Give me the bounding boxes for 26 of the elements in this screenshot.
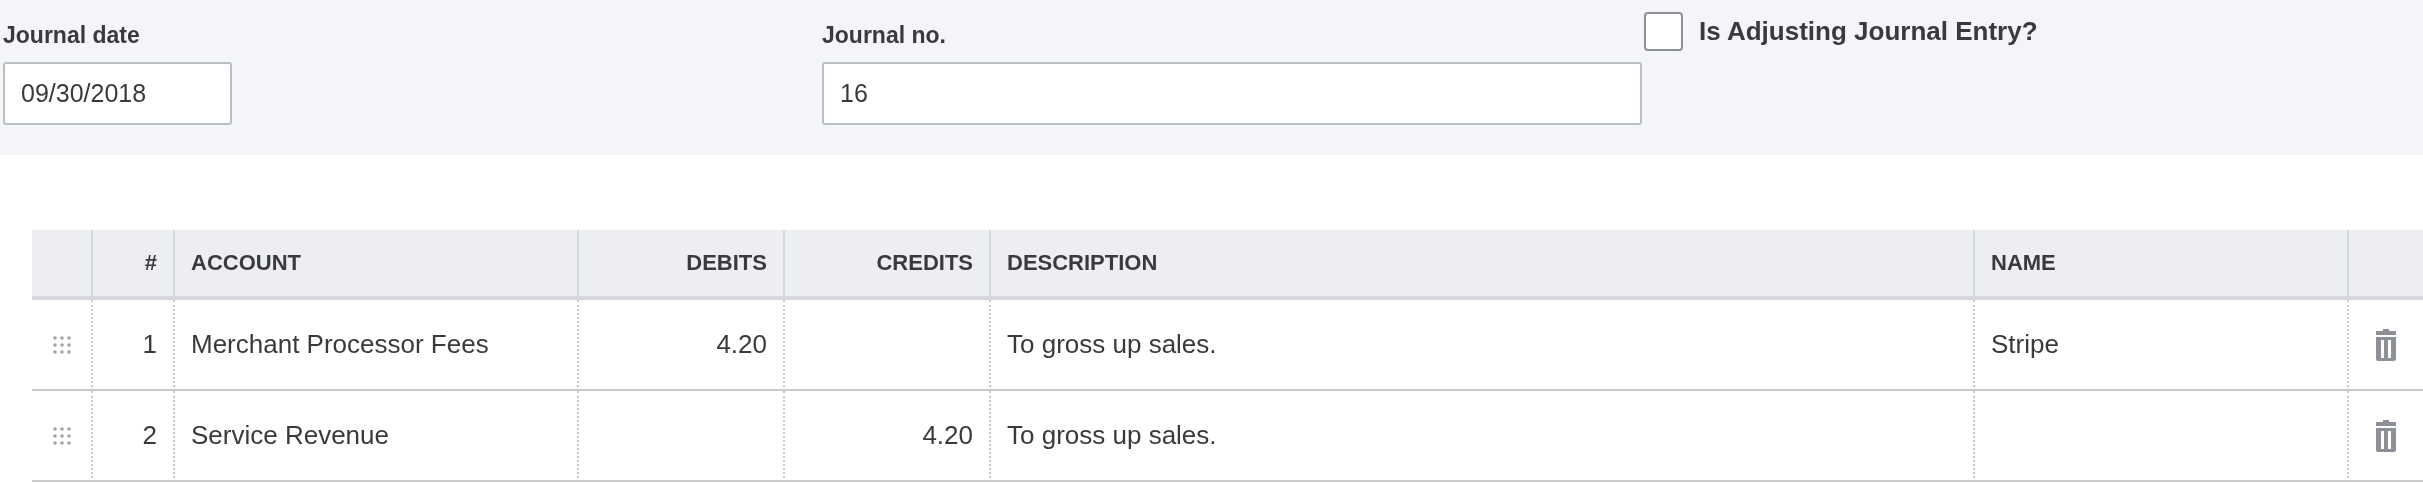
column-header: ACCOUNT bbox=[173, 230, 577, 300]
date-field[interactable]: 09/30/2018 bbox=[3, 62, 232, 125]
column-header: CREDITS bbox=[783, 230, 989, 300]
drag-handle-icon[interactable] bbox=[52, 335, 71, 354]
column-header: DEBITS bbox=[577, 230, 783, 300]
table-cell: To gross up sales. bbox=[989, 300, 1973, 391]
delete-icon[interactable] bbox=[2375, 419, 2397, 452]
column-header: DESCRIPTION bbox=[989, 230, 1973, 300]
table-cell: Service Revenue bbox=[173, 391, 577, 482]
journal-number-field[interactable]: 16 bbox=[822, 62, 1642, 125]
table-cell: Stripe bbox=[1973, 300, 2347, 391]
table-cell: Merchant Processor Fees bbox=[173, 300, 577, 391]
checkbox-label: Is Adjusting Journal Entry? bbox=[1699, 15, 2038, 47]
table-cell: To gross up sales. bbox=[989, 391, 1973, 482]
column-header: # bbox=[91, 230, 173, 300]
table-cell: 2 bbox=[91, 391, 173, 482]
table-cell: 4.20 bbox=[577, 300, 783, 391]
field-label: Journal no. bbox=[822, 22, 947, 50]
column-header bbox=[32, 230, 91, 300]
field-label: Journal date bbox=[3, 22, 141, 50]
table-cell: 1 bbox=[91, 300, 173, 391]
drag-handle-icon[interactable] bbox=[52, 426, 71, 445]
table-cell: 4.20 bbox=[783, 391, 989, 482]
delete-icon[interactable] bbox=[2375, 328, 2397, 361]
column-header: NAME bbox=[1973, 230, 2347, 300]
checkbox[interactable] bbox=[1644, 11, 1683, 51]
